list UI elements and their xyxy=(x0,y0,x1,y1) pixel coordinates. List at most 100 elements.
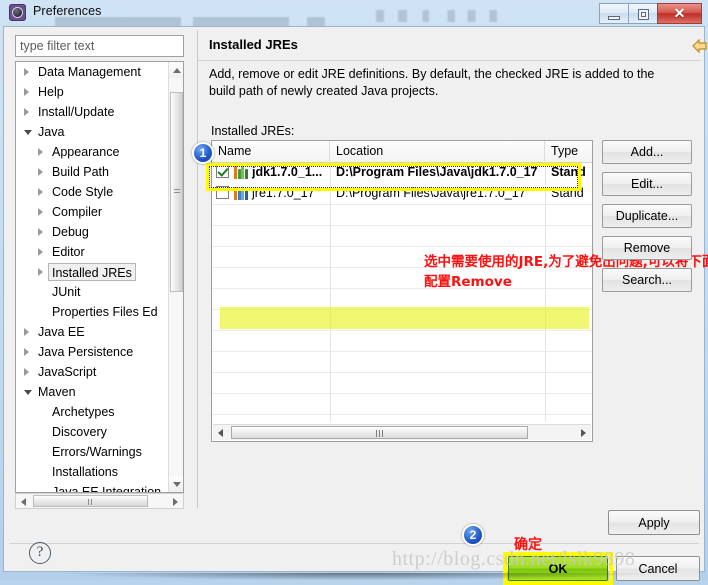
sidebar-item-errors-warnings[interactable]: Errors/Warnings xyxy=(16,442,170,462)
chevron-right-icon[interactable] xyxy=(38,228,43,236)
table-scroll-thumb[interactable] xyxy=(231,426,528,439)
sidebar-item-java[interactable]: Java xyxy=(16,122,170,142)
close-button[interactable]: ✕ xyxy=(657,3,702,24)
cell-name: jre1.7.0_17 xyxy=(252,186,315,200)
scroll-thumb[interactable] xyxy=(170,92,183,292)
scroll-thumb-horizontal[interactable] xyxy=(33,495,148,507)
sidebar-item-label: Code Style xyxy=(52,185,114,199)
sidebar-item-compiler[interactable]: Compiler xyxy=(16,202,170,222)
sidebar-item-label: Errors/Warnings xyxy=(52,445,142,459)
chevron-right-icon[interactable] xyxy=(24,68,29,76)
sidebar-item-label: Java EE xyxy=(38,325,85,339)
filter-input[interactable] xyxy=(15,35,184,57)
table-scroll-right-button[interactable] xyxy=(575,425,591,440)
table-scroll-left-button[interactable] xyxy=(213,425,229,440)
cell-type: Stand xyxy=(551,165,586,179)
sidebar-item-junit[interactable]: JUnit xyxy=(16,282,170,302)
sidebar-item-label: Compiler xyxy=(52,205,103,219)
row-divider xyxy=(212,414,592,415)
sidebar-item-editor[interactable]: Editor xyxy=(16,242,170,262)
sidebar-item-code-style[interactable]: Code Style xyxy=(16,182,170,202)
row-divider xyxy=(212,351,592,352)
scroll-down-button[interactable] xyxy=(169,476,183,492)
chevron-right-icon[interactable] xyxy=(38,208,43,216)
sidebar-item-help[interactable]: Help xyxy=(16,82,170,102)
preferences-window: Preferences ✕ Data Management Help Install… xyxy=(0,0,708,585)
sidebar-item-discovery[interactable]: Discovery xyxy=(16,422,170,442)
sidebar-item-label: Java EE Integration xyxy=(52,485,162,492)
sidebar-item-debug[interactable]: Debug xyxy=(16,222,170,242)
sidebar-item-maven[interactable]: Maven xyxy=(16,382,170,402)
sidebar-item-installed-jres[interactable]: Installed JREs xyxy=(16,262,170,282)
chevron-right-icon[interactable] xyxy=(38,188,43,196)
chevron-right-icon[interactable] xyxy=(24,108,29,116)
sidebar-item-javascript[interactable]: JavaScript xyxy=(16,362,170,382)
column-header-name[interactable]: Name xyxy=(212,141,330,161)
tree-vertical-scrollbar[interactable] xyxy=(168,62,183,492)
scroll-left-button[interactable] xyxy=(16,494,31,508)
preferences-tree-pane: Data Management Help Install/Update Java App… xyxy=(9,30,192,509)
row-divider xyxy=(212,309,592,310)
row-divider xyxy=(212,372,592,373)
row-divider xyxy=(212,204,592,205)
sidebar-item-label: Appearance xyxy=(52,145,120,159)
sidebar-item-installations[interactable]: Installations xyxy=(16,462,170,482)
sidebar-item-appearance[interactable]: Appearance xyxy=(16,142,170,162)
chevron-down-icon[interactable] xyxy=(24,130,32,135)
row-divider xyxy=(212,330,592,331)
remove-button[interactable]: Remove xyxy=(602,236,692,260)
chevron-right-icon[interactable] xyxy=(24,348,29,356)
sidebar-item-properties-files-ed[interactable]: Properties Files Ed xyxy=(16,302,170,322)
help-icon[interactable]: ? xyxy=(29,542,51,564)
sidebar-item-data-management[interactable]: Data Management xyxy=(16,62,170,82)
table-horizontal-scrollbar[interactable] xyxy=(213,424,591,440)
chevron-right-icon[interactable] xyxy=(24,88,29,96)
sidebar-item-label: Installed JREs xyxy=(48,263,136,281)
dialog-body: Data Management Help Install/Update Java App… xyxy=(3,26,708,585)
chevron-right-icon[interactable] xyxy=(24,368,29,376)
page-pane: Installed JREs Add, remove or edit JRE d… xyxy=(197,30,708,508)
chevron-right-icon[interactable] xyxy=(38,248,43,256)
minimize-button[interactable] xyxy=(599,3,628,24)
preferences-tree[interactable]: Data Management Help Install/Update Java App… xyxy=(15,61,184,493)
scroll-up-button[interactable] xyxy=(169,62,183,78)
table-header-row: Name Location Type xyxy=(212,141,592,163)
page-title: Installed JREs xyxy=(209,37,298,52)
sidebar-item-label: Installations xyxy=(52,465,119,479)
tree-horizontal-scrollbar[interactable] xyxy=(15,493,184,509)
chevron-right-icon[interactable] xyxy=(38,268,43,276)
footer-divider xyxy=(9,543,699,544)
add-button[interactable]: Add... xyxy=(602,140,692,164)
cell-location: D:\Program Files\Java\jre1.7.0_17 xyxy=(336,186,526,200)
cell-location: D:\Program Files\Java\jdk1.7.0_17 xyxy=(336,165,538,179)
scroll-right-button[interactable] xyxy=(168,494,183,508)
page-header: Installed JREs xyxy=(198,30,707,61)
jre-action-buttons: Add... Edit... Duplicate... Remove Search... xyxy=(602,140,692,300)
table-row[interactable]: jdk1.7.0_1... D:\Program Files\Java\jdk1.… xyxy=(212,162,592,183)
chevron-down-icon[interactable] xyxy=(24,390,32,395)
sidebar-item-archetypes[interactable]: Archetypes xyxy=(16,402,170,422)
back-arrow-icon[interactable] xyxy=(692,38,708,56)
row-highlight-overlay xyxy=(220,307,589,329)
table-row[interactable]: jre1.7.0_17 D:\Program Files\Java\jre1.7.… xyxy=(212,183,592,204)
edit-button[interactable]: Edit... xyxy=(602,172,692,196)
apply-button[interactable]: Apply xyxy=(608,510,700,535)
sidebar-item-install-update[interactable]: Install/Update xyxy=(16,102,170,122)
column-header-location[interactable]: Location xyxy=(330,141,545,161)
sidebar-item-label: Maven xyxy=(38,385,76,399)
sidebar-item-java-ee[interactable]: Java EE xyxy=(16,322,170,342)
search-button[interactable]: Search... xyxy=(602,268,692,292)
sidebar-item-java-persistence[interactable]: Java Persistence xyxy=(16,342,170,362)
chevron-right-icon[interactable] xyxy=(38,168,43,176)
cell-name: jdk1.7.0_1... xyxy=(252,165,323,179)
sidebar-item-build-path[interactable]: Build Path xyxy=(16,162,170,182)
chevron-right-icon[interactable] xyxy=(24,328,29,336)
row-divider xyxy=(212,393,592,394)
row-divider xyxy=(212,225,592,226)
column-header-type[interactable]: Type xyxy=(545,141,592,161)
sidebar-item-label: Java xyxy=(38,125,65,139)
chevron-right-icon[interactable] xyxy=(38,148,43,156)
sidebar-item-java-ee-integration[interactable]: Java EE Integration xyxy=(16,482,170,492)
restore-button[interactable] xyxy=(628,3,657,24)
duplicate-button[interactable]: Duplicate... xyxy=(602,204,692,228)
